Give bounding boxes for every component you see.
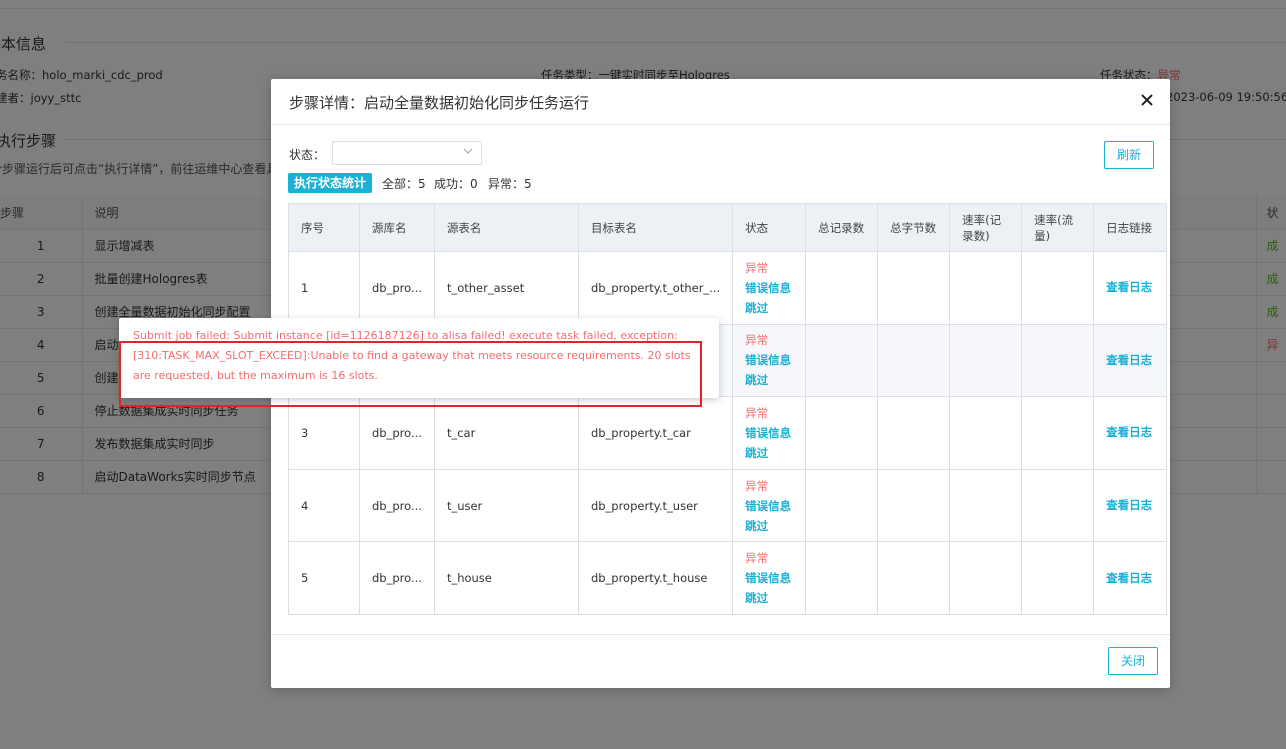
cell-no: 5: [288, 541, 360, 615]
cell-log: 查看日志: [1093, 468, 1168, 543]
cell-total-records: [805, 323, 879, 398]
dialog-header: 步骤详情：启动全量数据初始化同步任务运行: [271, 79, 1170, 125]
cell-total-records: [805, 251, 879, 325]
cell-rate-flow: [1021, 541, 1095, 615]
cell-src-db: db_pro...: [359, 251, 435, 325]
highlight-annotation: [119, 341, 702, 407]
skip-link[interactable]: 跳过: [745, 516, 793, 536]
cell-no: 3: [288, 396, 360, 470]
cell-status: 异常 错误信息 跳过: [732, 251, 807, 325]
skip-link[interactable]: 跳过: [745, 443, 793, 463]
status-filter-select[interactable]: [332, 141, 482, 165]
cell-status: 异常 错误信息 跳过: [732, 396, 807, 470]
cell-src-db: db_pro...: [359, 396, 435, 470]
col-header: 日志链接: [1093, 203, 1168, 252]
status-error-text: 异常: [745, 260, 769, 275]
dialog-title: 步骤详情：启动全量数据初始化同步任务运行: [289, 94, 590, 112]
close-icon-glyph: [1141, 94, 1153, 106]
col-header: 速率(记录数): [949, 203, 1023, 252]
cell-status: 异常 错误信息 跳过: [732, 541, 807, 615]
cell-rate-records: [949, 323, 1023, 398]
cell-rate-records: [949, 468, 1023, 543]
cell-src-table: t_car: [433, 396, 579, 470]
cell-log: 查看日志: [1093, 541, 1168, 615]
cell-total-bytes: [877, 396, 951, 470]
status-error-text: 异常: [745, 405, 769, 420]
view-log-link[interactable]: 查看日志: [1106, 425, 1154, 440]
close-icon[interactable]: [1138, 93, 1156, 111]
view-log-link[interactable]: 查看日志: [1106, 571, 1154, 586]
cell-total-records: [805, 541, 879, 615]
skip-link[interactable]: 跳过: [745, 298, 793, 318]
cell-rate-flow: [1021, 323, 1095, 398]
error-info-link[interactable]: 错误信息: [745, 278, 793, 298]
cell-rate-records: [949, 396, 1023, 470]
view-log-link[interactable]: 查看日志: [1106, 498, 1154, 513]
cell-src-db: db_pro...: [359, 541, 435, 615]
cell-total-bytes: [877, 541, 951, 615]
stats-total: 全部：5: [382, 177, 426, 191]
col-header: 速率(流量): [1021, 203, 1095, 252]
cell-rate-flow: [1021, 468, 1095, 543]
col-header: 总记录数: [805, 203, 879, 252]
cell-rate-flow: [1021, 396, 1095, 470]
sync-task-table: 序号 源库名 源表名 目标表名 状态 总记录数 总字节数 速率(记录数) 速率(…: [288, 203, 1168, 615]
status-error-text: 异常: [745, 333, 769, 348]
status-error-text: 异常: [745, 478, 769, 493]
skip-link[interactable]: 跳过: [745, 370, 793, 390]
cell-target-table: db_property.t_other_...: [577, 251, 734, 325]
cell-total-records: [805, 468, 879, 543]
cell-rate-flow: [1021, 251, 1095, 325]
cell-target-table: db_property.t_house: [577, 541, 734, 615]
table-row: 1 db_pro... t_other_asset db_property.t_…: [288, 251, 1168, 325]
chevron-down-icon: [463, 148, 473, 154]
error-info-link[interactable]: 错误信息: [745, 568, 793, 588]
close-button[interactable]: 关闭: [1108, 647, 1158, 675]
status-error-text: 异常: [745, 551, 769, 566]
error-info-link[interactable]: 错误信息: [745, 496, 793, 516]
cell-total-bytes: [877, 468, 951, 543]
error-info-link[interactable]: 错误信息: [745, 350, 793, 370]
refresh-button[interactable]: 刷新: [1104, 141, 1154, 169]
cell-src-table: t_other_asset: [433, 251, 579, 325]
col-header: 源库名: [359, 203, 435, 252]
exec-stats-badge: 执行状态统计: [288, 173, 373, 193]
view-log-link[interactable]: 查看日志: [1106, 353, 1154, 368]
cell-status: 异常 错误信息 跳过: [732, 468, 807, 543]
cell-total-bytes: [877, 323, 951, 398]
stats-error: 异常：5: [488, 177, 532, 191]
col-header: 目标表名: [577, 203, 734, 252]
col-header: 序号: [288, 203, 360, 252]
cell-log: 查看日志: [1093, 323, 1168, 398]
error-info-link[interactable]: 错误信息: [745, 423, 793, 443]
cell-total-records: [805, 396, 879, 470]
stats-success: 成功：0: [434, 177, 478, 191]
cell-target-table: db_property.t_user: [577, 468, 734, 543]
cell-rate-records: [949, 251, 1023, 325]
cell-no: 1: [288, 251, 360, 325]
table-row: 4 db_pro... t_user db_property.t_user 异常…: [288, 468, 1168, 543]
table-row: 5 db_pro... t_house db_property.t_house …: [288, 541, 1168, 615]
cell-status: 异常 错误信息 跳过: [732, 323, 807, 398]
view-log-link[interactable]: 查看日志: [1106, 280, 1154, 295]
table-row: 3 db_pro... t_car db_property.t_car 异常 错…: [288, 396, 1168, 470]
cell-no: 4: [288, 468, 360, 543]
skip-link[interactable]: 跳过: [745, 588, 793, 608]
cell-log: 查看日志: [1093, 251, 1168, 325]
table-header-row: 序号 源库名 源表名 目标表名 状态 总记录数 总字节数 速率(记录数) 速率(…: [288, 203, 1168, 252]
cell-target-table: db_property.t_car: [577, 396, 734, 470]
col-header: 源表名: [433, 203, 579, 252]
col-header: 总字节数: [877, 203, 951, 252]
cell-rate-records: [949, 541, 1023, 615]
cell-src-table: t_house: [433, 541, 579, 615]
cell-src-table: t_user: [433, 468, 579, 543]
cell-log: 查看日志: [1093, 396, 1168, 470]
col-header: 状态: [732, 203, 807, 252]
cell-src-db: db_pro...: [359, 468, 435, 543]
cell-total-bytes: [877, 251, 951, 325]
status-filter-label: 状态：: [289, 148, 326, 162]
footer-divider: [271, 634, 1170, 635]
